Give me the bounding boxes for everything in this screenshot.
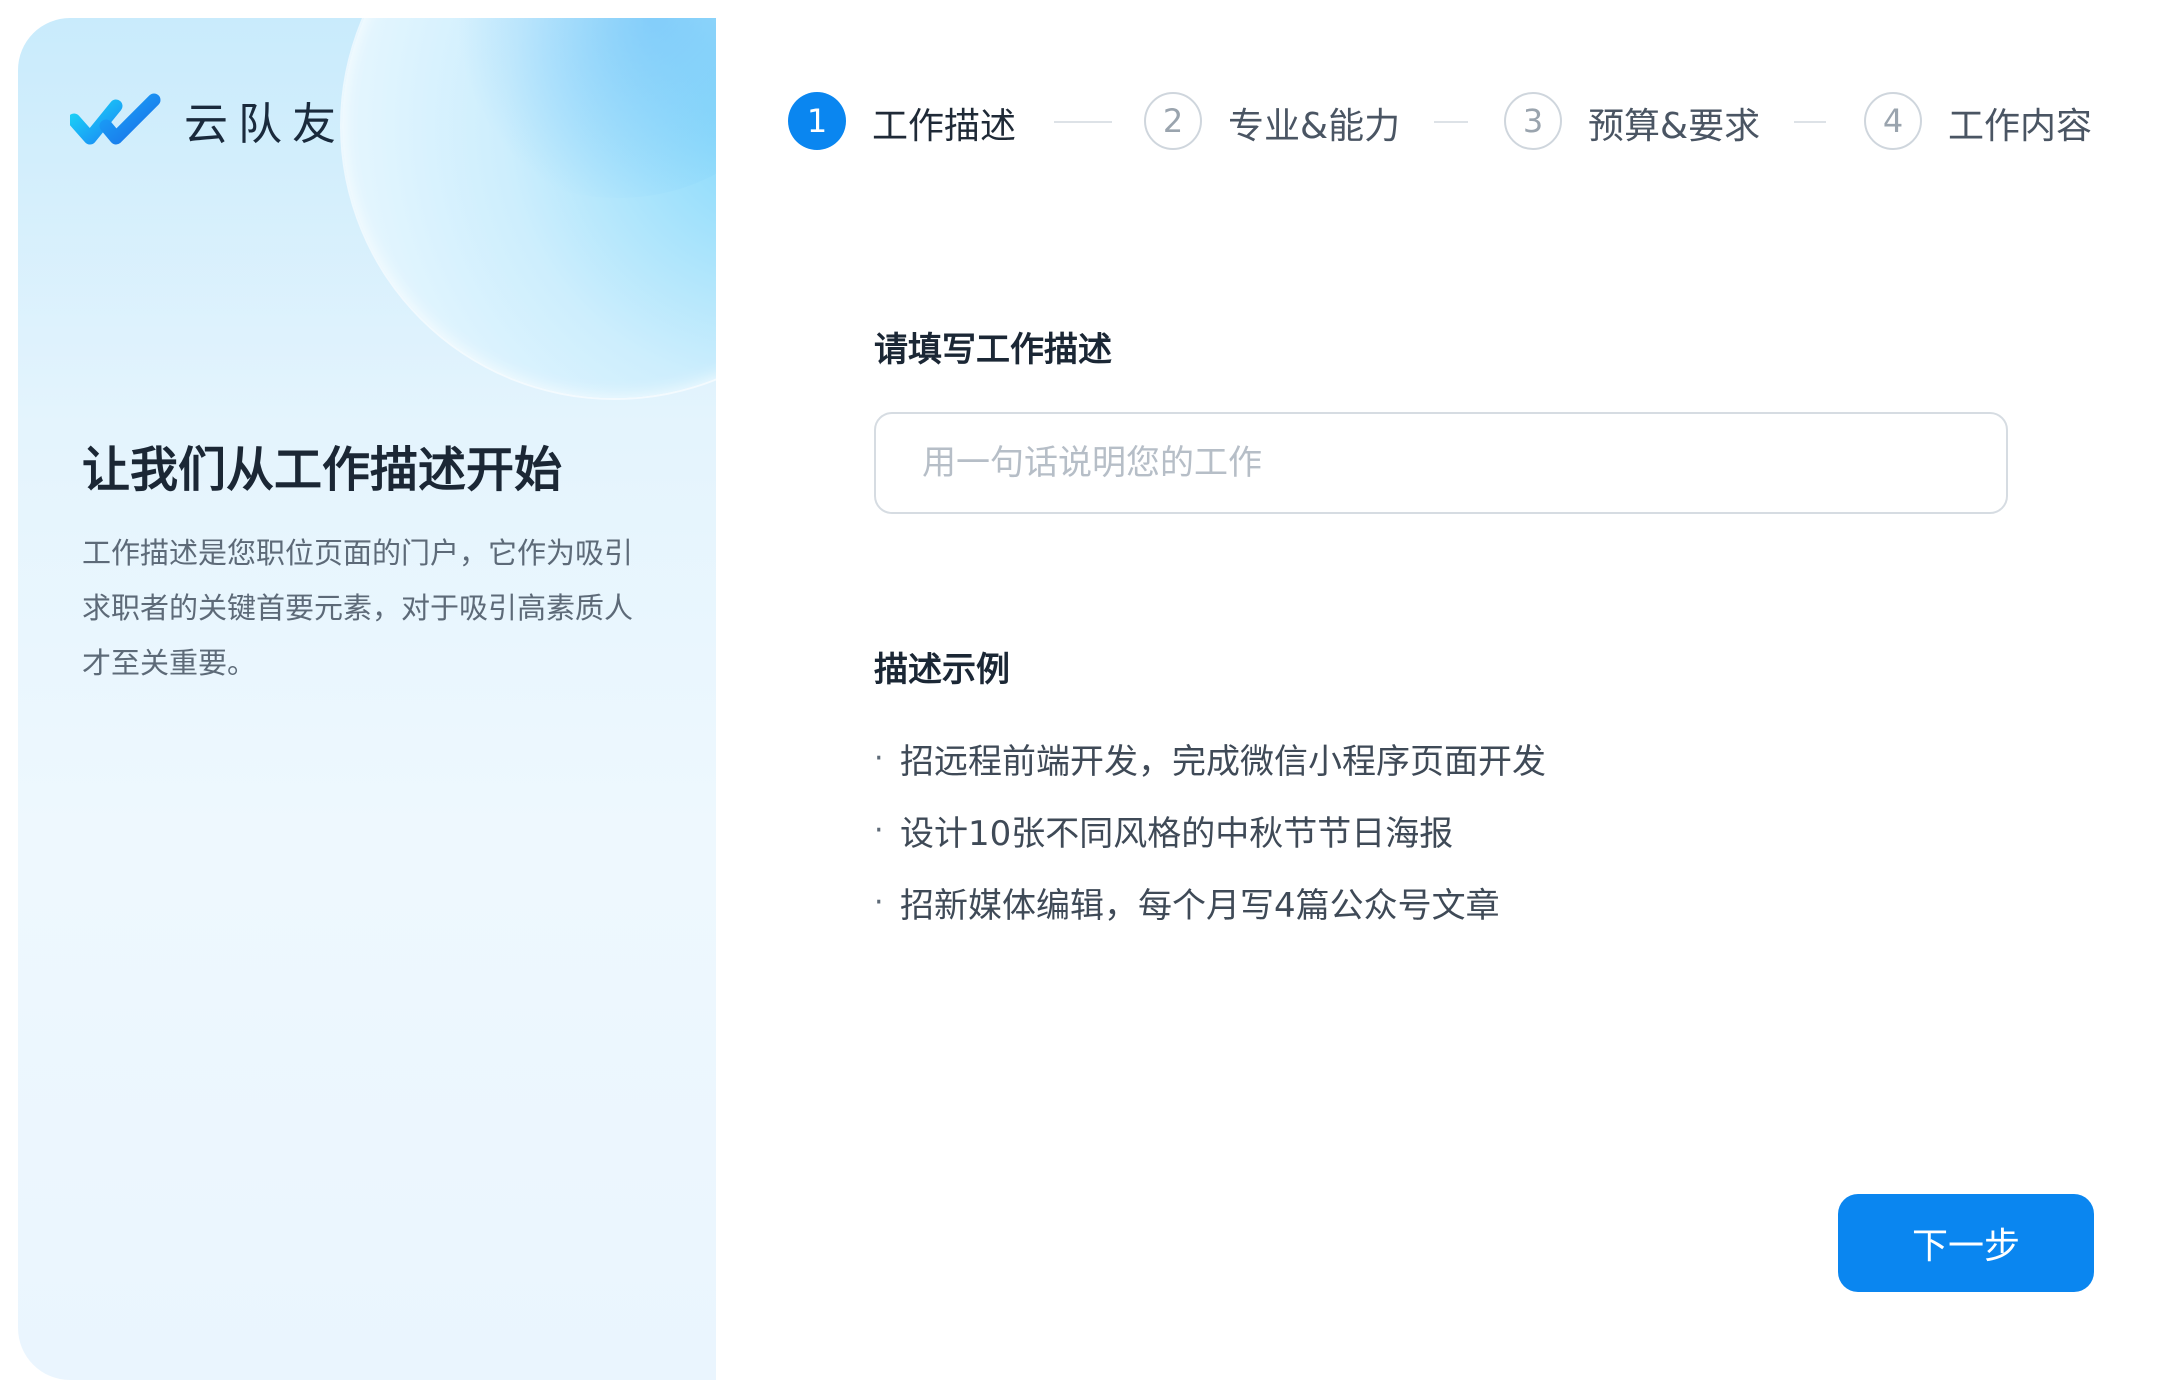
step-connector: [1434, 121, 1468, 123]
step-4-number[interactable]: 4: [1864, 92, 1922, 150]
example-text: 设计10张不同风格的中秋节节日海报: [900, 813, 1454, 854]
example-text: 招远程前端开发，完成微信小程序页面开发: [900, 741, 1546, 782]
step-3-label[interactable]: 预算&要求: [1588, 97, 1760, 149]
example-list: · 招远程前端开发，完成微信小程序页面开发 · 设计10张不同风格的中秋节节日海…: [874, 722, 1546, 938]
example-item: · 设计10张不同风格的中秋节节日海报: [874, 794, 1546, 866]
intro-panel: 云队友 让我们从工作描述开始 工作描述是您职位页面的门户，它作为吸引求职者的关键…: [18, 18, 716, 1380]
step-2-number[interactable]: 2: [1144, 92, 1202, 150]
bullet-dot: ·: [874, 812, 884, 848]
step-connector: [1054, 121, 1112, 123]
double-check-icon: [70, 92, 162, 148]
bullet-dot: ·: [874, 740, 884, 776]
bullet-dot: ·: [874, 884, 884, 920]
step-1-label[interactable]: 工作描述: [872, 97, 1016, 149]
brand-name: 云队友: [184, 99, 346, 150]
job-description-input[interactable]: [874, 412, 2008, 514]
job-post-wizard-page: 云队友 让我们从工作描述开始 工作描述是您职位页面的门户，它作为吸引求职者的关键…: [0, 0, 2172, 1380]
example-item: · 招远程前端开发，完成微信小程序页面开发: [874, 722, 1546, 794]
step-3-number[interactable]: 3: [1504, 92, 1562, 150]
example-text: 招新媒体编辑，每个月写4篇公众号文章: [900, 885, 1500, 926]
brand-logo: 云队友: [70, 88, 346, 152]
step-4-label[interactable]: 工作内容: [1948, 97, 2092, 149]
example-item: · 招新媒体编辑，每个月写4篇公众号文章: [874, 866, 1546, 938]
examples-title: 描述示例: [874, 650, 1010, 690]
job-description-label: 请填写工作描述: [874, 330, 1112, 370]
intro-title: 让我们从工作描述开始: [82, 442, 563, 498]
next-step-button[interactable]: 下一步: [1838, 1194, 2094, 1292]
step-1-number[interactable]: 1: [788, 92, 846, 150]
intro-description: 工作描述是您职位页面的门户，它作为吸引求职者的关键首要元素，对于吸引高素质人才至…: [82, 536, 634, 680]
step-2-label[interactable]: 专业&能力: [1228, 97, 1400, 149]
step-connector: [1794, 121, 1826, 123]
